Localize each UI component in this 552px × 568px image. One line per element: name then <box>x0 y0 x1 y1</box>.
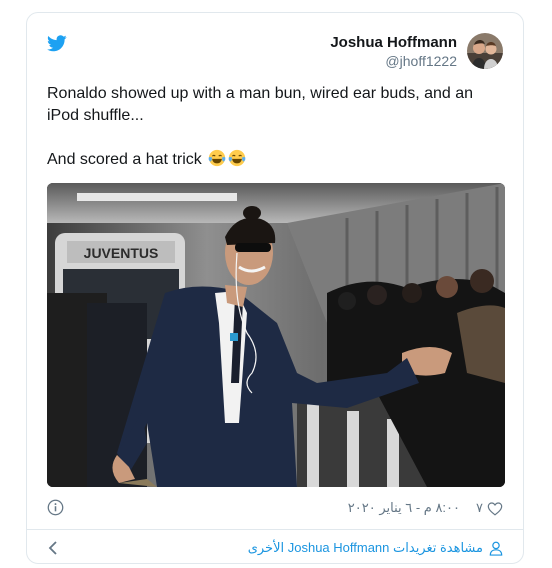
tweet-timestamp[interactable]: ٨:٠٠ م - ٦ يناير ٢٠٢٠ <box>348 500 460 516</box>
chevron-left-icon[interactable] <box>47 540 59 556</box>
person-icon <box>489 541 503 556</box>
like-count: ٧ <box>476 500 483 515</box>
tweet-text-line-2: And scored a hat trick <box>47 149 507 171</box>
info-icon[interactable] <box>47 499 64 516</box>
svg-text:JUVENTUS: JUVENTUS <box>84 245 159 261</box>
more-tweets-label: مشاهدة تغريدات Joshua Hoffmann الأخرى <box>247 540 483 555</box>
heart-icon[interactable] <box>487 501 503 516</box>
author-handle[interactable]: @jhoff1222 <box>330 52 457 70</box>
tweet-meta: ٨:٠٠ م - ٦ يناير ٢٠٢٠ ٧ <box>348 499 503 517</box>
tweet-photo[interactable]: JUVENTUS <box>47 183 505 487</box>
tweet-text: Ronaldo showed up with a man bun, wired … <box>47 83 507 171</box>
divider <box>27 529 523 530</box>
avatar[interactable] <box>467 33 503 69</box>
author-display-name[interactable]: Joshua Hoffmann <box>330 33 457 52</box>
tears-of-joy-emoji-icon <box>208 149 226 167</box>
twitter-bird-icon[interactable] <box>47 35 67 52</box>
tweet-text-line-2-text: And scored a hat trick <box>47 151 202 168</box>
tears-of-joy-emoji-icon <box>228 149 246 167</box>
author-names: Joshua Hoffmann @jhoff1222 <box>330 33 457 70</box>
tweet-text-line-1: Ronaldo showed up with a man bun, wired … <box>47 85 474 124</box>
more-tweets-link[interactable]: مشاهدة تغريدات Joshua Hoffmann الأخرى <box>248 539 503 557</box>
tweet-author[interactable]: Joshua Hoffmann @jhoff1222 <box>330 31 503 71</box>
embedded-tweet-card: Joshua Hoffmann @jhoff1222 Ronaldo showe… <box>26 12 524 564</box>
